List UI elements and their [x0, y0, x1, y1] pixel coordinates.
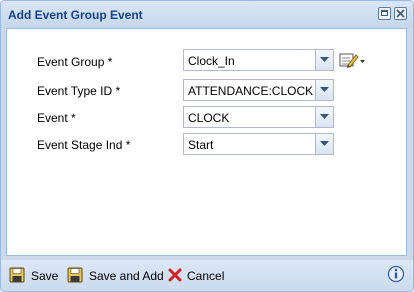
event-value: CLOCK	[188, 111, 230, 125]
edit-pencil-icon[interactable]	[337, 50, 367, 72]
event-group-combo[interactable]: Clock_In	[183, 49, 334, 71]
event-type-id-combo[interactable]: ATTENDANCE:CLOCK	[183, 79, 334, 101]
event-stage-ind-label: Event Stage Ind *	[37, 138, 131, 152]
info-icon[interactable]	[387, 265, 405, 283]
add-event-group-event-dialog: Add Event Group Event Event Group * Cloc…	[0, 0, 414, 292]
chevron-down-icon[interactable]	[315, 50, 333, 70]
event-type-id-label: Event Type ID *	[37, 84, 121, 98]
chevron-down-icon[interactable]	[315, 80, 333, 100]
event-stage-ind-value: Start	[188, 138, 214, 152]
save-button-label: Save	[31, 269, 59, 283]
chevron-down-icon[interactable]	[315, 134, 333, 154]
cancel-button-label: Cancel	[187, 269, 225, 283]
event-group-label: Event Group *	[37, 55, 113, 69]
chevron-down-icon[interactable]	[315, 107, 333, 127]
dialog-footer-toolbar: Save Save and Add Cancel	[1, 260, 413, 291]
save-button[interactable]: Save	[9, 264, 59, 286]
dialog-title: Add Event Group Event	[8, 8, 143, 22]
red-x-icon	[168, 268, 182, 282]
cancel-button[interactable]: Cancel	[167, 264, 227, 286]
event-type-id-value: ATTENDANCE:CLOCK	[188, 84, 314, 98]
floppy-disk-icon	[9, 267, 25, 283]
save-and-add-button[interactable]: Save and Add	[67, 264, 164, 286]
event-combo[interactable]: CLOCK	[183, 106, 334, 128]
event-group-value: Clock_In	[188, 54, 235, 68]
maximize-icon[interactable]	[378, 7, 391, 20]
save-and-add-button-label: Save and Add	[89, 269, 164, 283]
event-label: Event *	[37, 111, 76, 125]
form-panel: Event Group * Clock_In Event Type ID * A…	[6, 28, 407, 256]
dialog-titlebar[interactable]: Add Event Group Event	[1, 1, 413, 28]
floppy-disk-add-icon	[67, 267, 83, 283]
event-stage-ind-combo[interactable]: Start	[183, 133, 334, 155]
close-icon[interactable]	[394, 7, 407, 20]
